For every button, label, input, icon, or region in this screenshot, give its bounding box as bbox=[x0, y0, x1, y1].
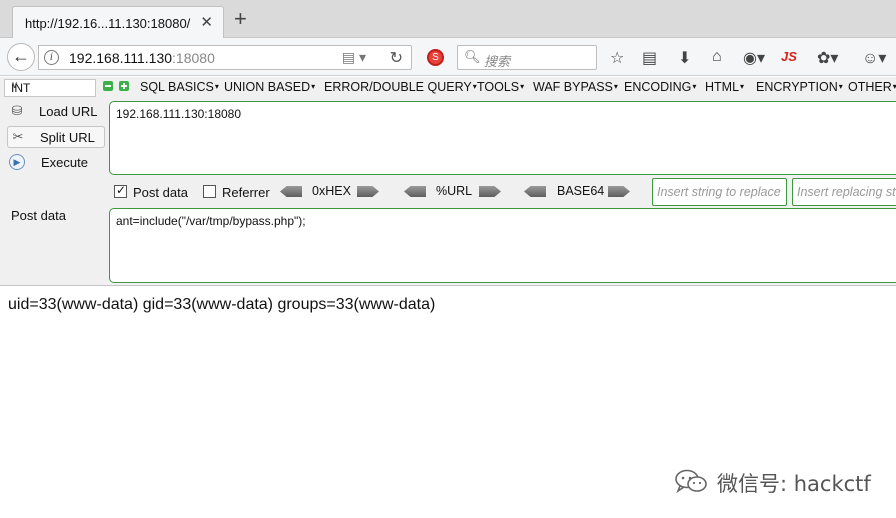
url-host: 192.168.111.130 bbox=[69, 50, 173, 66]
hackbar-panel: INT ∨ SQL BASICS▾ UNION BASED▾ ERROR/DOU… bbox=[0, 77, 896, 286]
globe-icon[interactable]: ◉▾ bbox=[743, 48, 765, 68]
tab-title: http://192.16...11.130:18080/ bbox=[25, 16, 191, 31]
search-icon: 🔍︎ bbox=[464, 49, 481, 64]
referrer-checkbox[interactable] bbox=[203, 185, 216, 198]
back-button[interactable]: ← bbox=[7, 43, 35, 71]
search-placeholder: 搜索 bbox=[484, 54, 511, 69]
load-url-button[interactable]: ⛁ Load URL bbox=[7, 101, 105, 123]
reading-list-icon[interactable]: ▤ bbox=[642, 48, 657, 68]
url-encoding-label: %URL bbox=[436, 184, 473, 198]
address-bar[interactable]: i 192.168.111.130:18080 ▤ ▾ ↻ bbox=[38, 45, 412, 70]
home-icon[interactable]: ⌂ bbox=[712, 48, 722, 66]
insert-replacing-input[interactable]: Insert replacing string bbox=[792, 178, 896, 206]
split-url-button[interactable]: ✂ Split URL bbox=[7, 126, 105, 148]
menu-encryption[interactable]: ENCRYPTION▾ bbox=[756, 80, 843, 94]
hex-encode-arrow-icon[interactable] bbox=[357, 186, 379, 197]
url-encode-arrow-icon[interactable] bbox=[479, 186, 501, 197]
page-output-text: uid=33(www-data) gid=33(www-data) groups… bbox=[8, 296, 436, 313]
menu-encoding[interactable]: ENCODING▾ bbox=[624, 80, 696, 94]
menu-error-double-query[interactable]: ERROR/DOUBLE QUERY▾ bbox=[324, 80, 477, 94]
url-textarea[interactable]: 192.168.111.130:18080 bbox=[109, 101, 896, 175]
wechat-icon bbox=[675, 469, 707, 493]
url-text: 192.168.111.130:18080 bbox=[69, 50, 215, 66]
menu-union-based[interactable]: UNION BASED▾ bbox=[224, 80, 315, 94]
menu-waf-bypass[interactable]: WAF BYPASS▾ bbox=[533, 80, 618, 94]
post-data-value: ant=include("/var/tmp/bypass.php"); bbox=[116, 214, 306, 228]
plus-icon[interactable] bbox=[119, 81, 129, 91]
referrer-checkbox-label: Referrer bbox=[222, 185, 270, 200]
hex-decode-arrow-icon[interactable] bbox=[280, 186, 302, 197]
bookmark-star-icon[interactable]: ☆ bbox=[610, 48, 624, 68]
hex-label: 0xHEX bbox=[312, 184, 351, 198]
reload-icon[interactable]: ↻ bbox=[390, 48, 403, 68]
reader-icon[interactable]: ▤ ▾ bbox=[342, 49, 366, 66]
menu-tools[interactable]: TOOLS▾ bbox=[477, 80, 524, 94]
javascript-icon[interactable]: JS bbox=[781, 49, 797, 64]
extension-icon[interactable]: ✿▾ bbox=[817, 48, 838, 68]
url-port: :18080 bbox=[172, 50, 215, 66]
insert-string-input[interactable]: Insert string to replace bbox=[652, 178, 787, 206]
navigation-bar: ← i 192.168.111.130:18080 ▤ ▾ ↻ S 🔍︎ 搜索 … bbox=[0, 38, 896, 76]
noscript-icon[interactable]: S bbox=[427, 49, 444, 66]
url-textarea-value: 192.168.111.130:18080 bbox=[116, 107, 242, 121]
browser-tab[interactable]: http://192.16...11.130:18080/ ✕ bbox=[12, 6, 224, 38]
minus-icon[interactable] bbox=[103, 81, 113, 91]
base64-encode-arrow-icon[interactable] bbox=[608, 186, 630, 197]
url-decode-arrow-icon[interactable] bbox=[404, 186, 426, 197]
scissors-icon: ✂ bbox=[12, 129, 24, 144]
info-icon[interactable]: i bbox=[44, 50, 59, 65]
search-box[interactable]: 🔍︎ 搜索 bbox=[457, 45, 597, 70]
close-icon[interactable]: ✕ bbox=[200, 13, 213, 31]
new-tab-button[interactable]: + bbox=[234, 8, 247, 30]
base64-decode-arrow-icon[interactable] bbox=[524, 186, 546, 197]
palette-icon[interactable]: ☺▾ bbox=[862, 48, 886, 68]
tab-strip: http://192.16...11.130:18080/ ✕ + bbox=[0, 0, 896, 38]
load-url-icon: ⛁ bbox=[11, 103, 23, 118]
post-data-checkbox[interactable] bbox=[114, 183, 127, 198]
post-data-label: Post data bbox=[11, 208, 66, 223]
watermark-text: 微信号: hackctf bbox=[717, 472, 871, 496]
play-icon: ▶ bbox=[9, 154, 25, 170]
execute-button[interactable]: ▶ Execute bbox=[7, 152, 105, 174]
post-data-textarea[interactable]: ant=include("/var/tmp/bypass.php"); bbox=[109, 208, 896, 283]
base64-label: BASE64 bbox=[557, 184, 605, 198]
post-data-checkbox-label: Post data bbox=[133, 185, 188, 200]
chevron-down-icon: ∨ bbox=[11, 80, 19, 91]
menu-sql-basics[interactable]: SQL BASICS▾ bbox=[140, 80, 219, 94]
download-icon[interactable]: ⬇ bbox=[678, 48, 691, 68]
menu-html[interactable]: HTML▾ bbox=[705, 80, 744, 94]
type-select[interactable]: INT ∨ bbox=[4, 79, 96, 97]
menu-other[interactable]: OTHER▾ bbox=[848, 80, 896, 94]
